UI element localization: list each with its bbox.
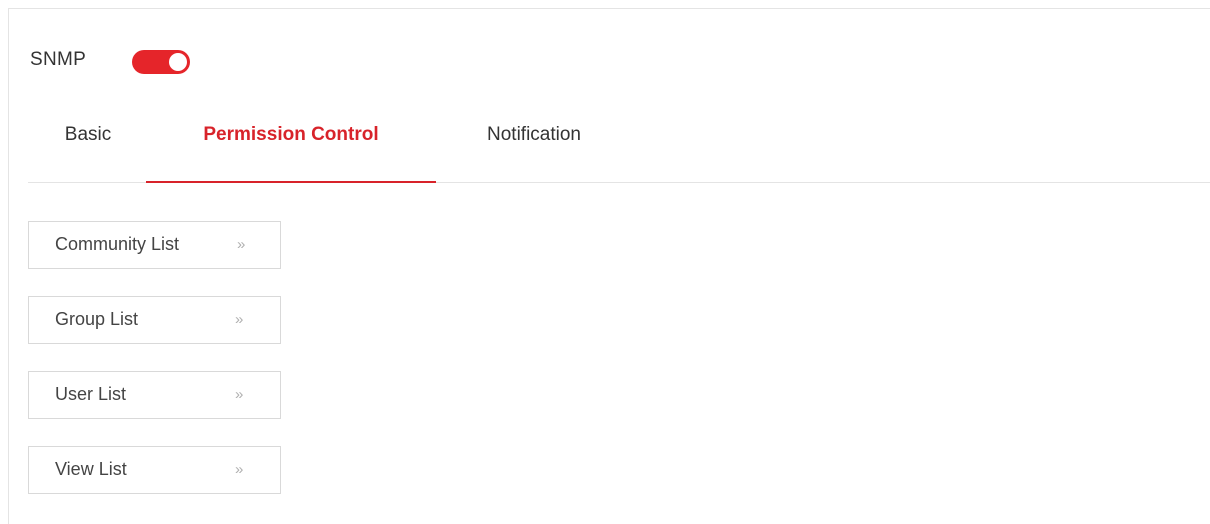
tab-permission-control[interactable]: Permission Control <box>146 112 436 183</box>
group-list-button[interactable]: Group List » <box>28 296 281 344</box>
snmp-toggle[interactable] <box>132 50 190 74</box>
view-list-label: View List <box>55 459 127 479</box>
community-list-label: Community List <box>55 234 180 254</box>
tab-bar: Basic Permission Control Notification <box>28 112 1210 183</box>
panel-top-border <box>8 8 1210 9</box>
snmp-label: SNMP <box>30 49 87 70</box>
view-list-button[interactable]: View List » <box>28 446 281 494</box>
tab-notification[interactable]: Notification <box>466 112 602 182</box>
community-list-button[interactable]: Community List » <box>28 221 281 269</box>
user-list-label: User List <box>55 384 127 404</box>
toggle-knob <box>169 53 187 71</box>
double-chevron-right-icon: » <box>237 236 246 253</box>
snmp-settings-panel: SNMP Basic Permission Control Notificati… <box>0 0 1210 524</box>
double-chevron-right-icon: » <box>235 461 244 478</box>
panel-left-border <box>8 8 9 524</box>
double-chevron-right-icon: » <box>235 386 244 403</box>
user-list-button[interactable]: User List » <box>28 371 281 419</box>
tab-basic[interactable]: Basic <box>57 112 119 182</box>
group-list-label: Group List <box>55 309 139 329</box>
double-chevron-right-icon: » <box>235 311 244 328</box>
